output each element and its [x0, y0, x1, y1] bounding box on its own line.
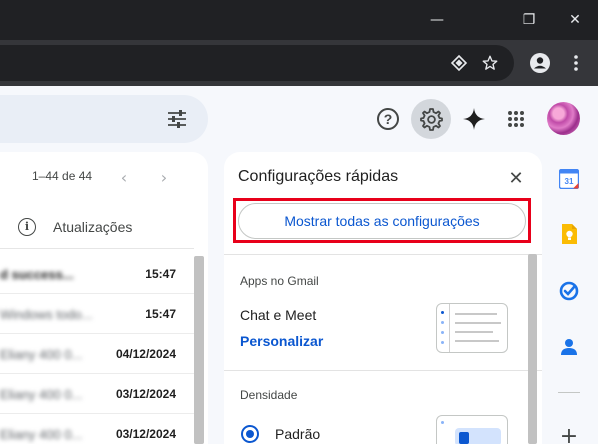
settings-gear-icon — [420, 108, 443, 131]
mail-date: 04/12/2024 — [115, 347, 176, 361]
divider — [224, 370, 542, 371]
google-contacts-icon — [561, 339, 577, 355]
google-keep-icon — [562, 224, 577, 244]
highlight-box — [233, 198, 531, 243]
apps-button[interactable] — [496, 99, 536, 139]
table-row[interactable]: d success... 15:47 — [0, 254, 194, 294]
apps-section-heading: Apps no Gmail — [240, 274, 319, 288]
minimize-icon: — — [430, 12, 444, 28]
info-icon: i — [18, 218, 36, 236]
help-icon: ? — [377, 108, 399, 130]
star-icon[interactable] — [476, 49, 504, 77]
kebab-menu-icon[interactable] — [562, 49, 590, 77]
add-app-button[interactable]: + — [557, 424, 581, 444]
mail-date: 03/12/2024 — [115, 427, 176, 441]
close-quick-settings-button[interactable]: ✕ — [502, 164, 530, 192]
divider — [224, 254, 542, 255]
quick-settings-scrollbar[interactable] — [528, 254, 537, 444]
calendar-app-button[interactable]: 31 — [557, 167, 581, 191]
mail-list: 1–44 de 44 ‹ › i Atualizações d success.… — [0, 152, 208, 444]
gemini-button[interactable] — [454, 99, 494, 139]
table-row[interactable]: Windows todo... 15:47 — [0, 294, 194, 334]
quick-settings-panel: Configurações rápidas ✕ Mostrar todas as… — [224, 152, 542, 444]
plus-icon: + — [559, 423, 579, 444]
address-bar[interactable] — [0, 45, 514, 81]
google-tasks-icon — [559, 281, 579, 301]
mail-date: 15:47 — [145, 267, 176, 281]
keep-app-button[interactable] — [557, 222, 581, 246]
tab-updates[interactable]: i Atualizações — [0, 207, 194, 249]
customize-link[interactable]: Personalizar — [240, 333, 323, 349]
extension-icon[interactable] — [445, 49, 473, 77]
chevron-right-icon[interactable]: › — [153, 166, 175, 188]
calendar-day: 31 — [565, 177, 574, 186]
mail-date: 15:47 — [145, 307, 176, 321]
density-section-heading: Densidade — [240, 388, 298, 402]
density-default-thumbnail[interactable] — [436, 415, 508, 444]
minimize-button[interactable]: — — [414, 0, 460, 40]
restore-button[interactable]: ❐ — [506, 0, 552, 40]
density-default-radio[interactable] — [241, 425, 259, 443]
pager: 1–44 de 44 ‹ › — [0, 166, 208, 188]
mail-sender: Eliany 400 0... — [0, 427, 83, 442]
contacts-app-button[interactable] — [557, 335, 581, 359]
close-window-button[interactable]: ✕ — [552, 0, 598, 40]
mail-sender: Windows todo... — [0, 307, 93, 322]
mail-sender: Eliany 400 0... — [0, 347, 83, 362]
apps-grid-icon — [508, 111, 524, 127]
density-default-label: Padrão — [275, 426, 321, 442]
search-bar[interactable] — [0, 95, 208, 143]
tasks-app-button[interactable] — [557, 279, 581, 303]
mail-list-scrollbar[interactable] — [194, 256, 204, 444]
browser-titlebar: — ❐ ✕ — [0, 0, 598, 40]
quick-settings-title: Configurações rápidas — [238, 168, 399, 185]
chat-meet-label: Chat e Meet — [240, 307, 317, 323]
chevron-left-icon[interactable]: ‹ — [113, 166, 135, 188]
help-button[interactable]: ? — [368, 99, 408, 139]
browser-toolbar — [0, 40, 598, 86]
gemini-sparkle-icon — [463, 108, 485, 130]
chat-meet-layout-thumbnail[interactable] — [436, 303, 508, 353]
close-icon: ✕ — [569, 12, 581, 28]
table-row[interactable]: Eliany 400 0... 04/12/2024 — [0, 334, 194, 374]
side-panel-divider — [558, 392, 580, 393]
google-calendar-icon: 31 — [559, 169, 579, 189]
profile-icon[interactable] — [526, 49, 554, 77]
filter-sliders-icon[interactable] — [166, 109, 188, 129]
mail-sender: Eliany 400 0... — [0, 387, 83, 402]
close-icon: ✕ — [508, 167, 524, 189]
account-avatar[interactable] — [547, 102, 580, 135]
mail-sender: d success... — [0, 267, 74, 282]
tab-updates-label: Atualizações — [53, 219, 133, 235]
table-row[interactable]: Eliany 400 0... 03/12/2024 — [0, 414, 194, 444]
settings-button[interactable] — [411, 99, 451, 139]
mail-date: 03/12/2024 — [115, 387, 176, 401]
restore-icon: ❐ — [522, 12, 536, 28]
pager-count: 1–44 de 44 — [32, 169, 93, 183]
table-row[interactable]: Eliany 400 0... 03/12/2024 — [0, 374, 194, 414]
